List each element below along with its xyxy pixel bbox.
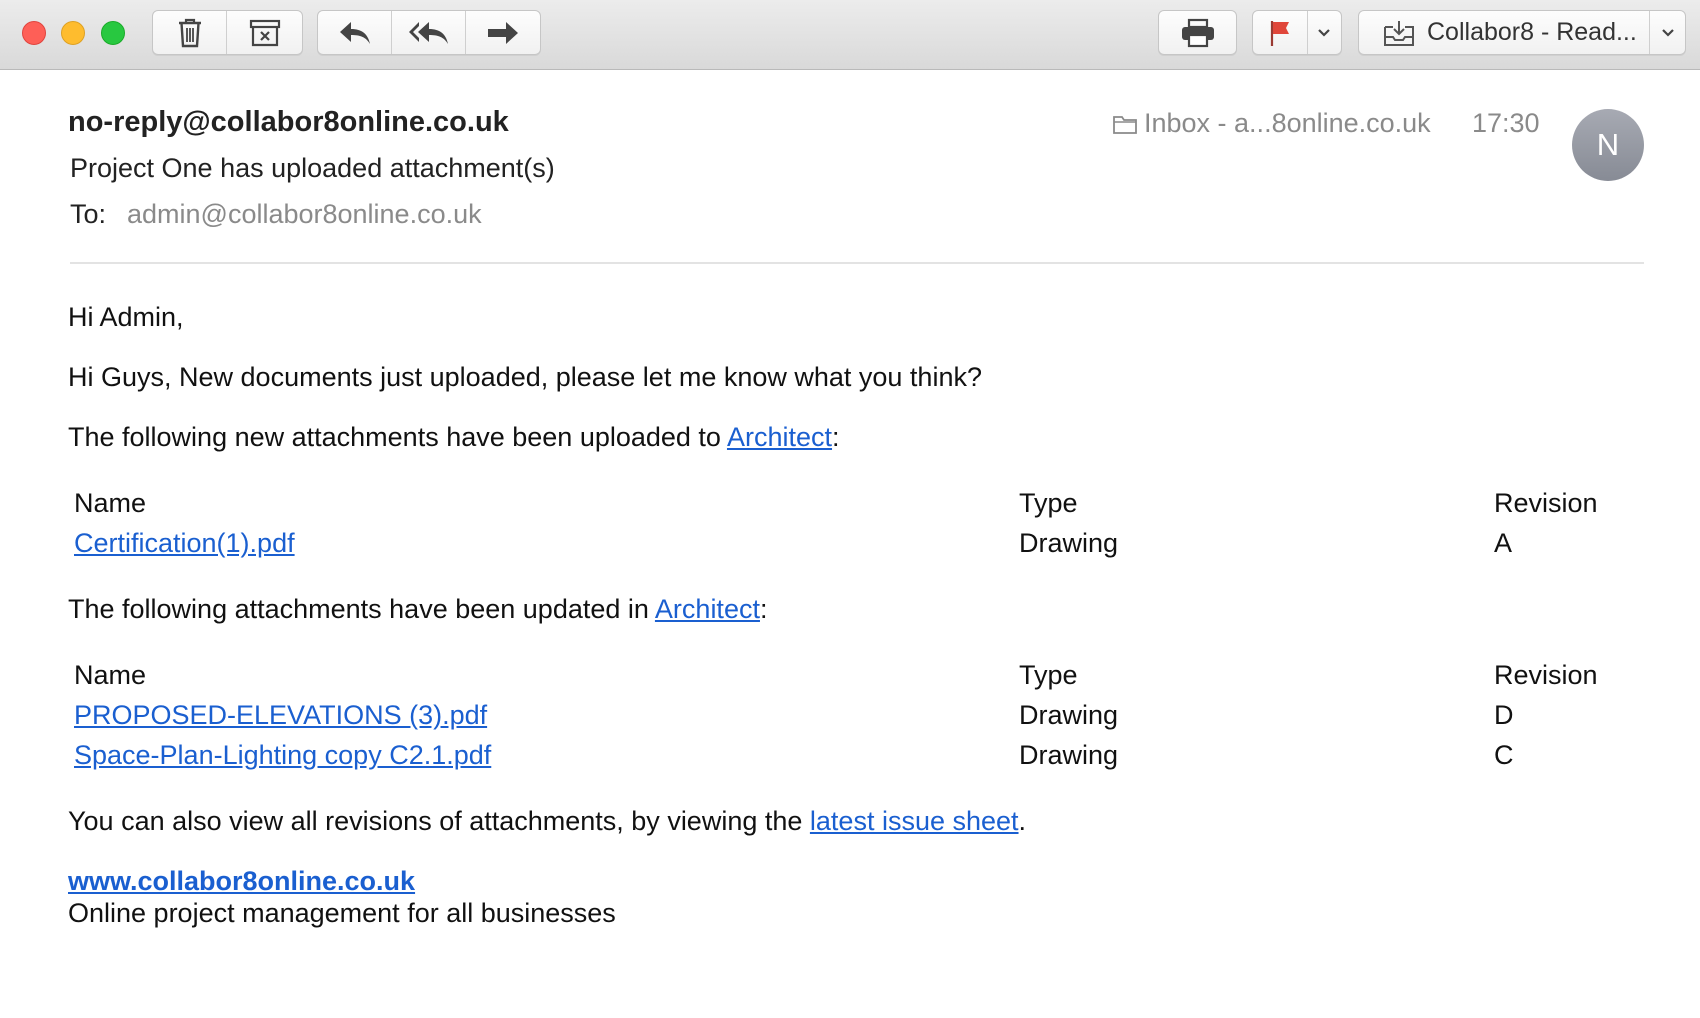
close-window-button[interactable] bbox=[22, 21, 46, 45]
avatar[interactable]: N bbox=[1572, 109, 1644, 181]
mailbox-name: Inbox - a...8online.co.uk bbox=[1144, 108, 1431, 138]
forward-icon bbox=[487, 21, 518, 44]
print-icon bbox=[1181, 18, 1214, 47]
archive-button[interactable] bbox=[227, 11, 302, 54]
print-group bbox=[1158, 10, 1237, 55]
website-link[interactable]: www.collabor8online.co.uk bbox=[68, 866, 415, 897]
archive-icon bbox=[249, 19, 280, 46]
attachment-type: Drawing bbox=[1019, 528, 1119, 558]
architect-link[interactable]: Architect bbox=[727, 422, 832, 452]
reply-icon bbox=[339, 21, 370, 44]
delete-button[interactable] bbox=[153, 11, 228, 54]
attachment-type: Drawing bbox=[1019, 740, 1119, 770]
revisions-note: You can also view all revisions of attac… bbox=[68, 806, 1027, 836]
attachment-type: Drawing bbox=[1019, 700, 1119, 730]
architect-link[interactable]: Architect bbox=[655, 594, 760, 624]
footer-tagline: Online project management for all busine… bbox=[68, 898, 616, 928]
reply-all-icon bbox=[408, 21, 448, 44]
to-label: To: bbox=[70, 199, 107, 229]
mailbox-menu-button[interactable] bbox=[1650, 11, 1685, 54]
column-header-revision: Revision bbox=[1494, 660, 1598, 690]
new-attachments-intro: The following new attachments have been … bbox=[68, 422, 840, 452]
latest-issue-sheet-link[interactable]: latest issue sheet bbox=[810, 806, 1019, 836]
minimize-window-button[interactable] bbox=[61, 21, 85, 45]
greeting: Hi Admin, bbox=[68, 302, 184, 332]
reply-button[interactable] bbox=[318, 11, 393, 54]
subject: Project One has uploaded attachment(s) bbox=[70, 153, 555, 183]
column-header-revision: Revision bbox=[1494, 488, 1598, 518]
attachment-link[interactable]: Space-Plan-Lighting copy C2.1.pdf bbox=[74, 740, 491, 771]
updated-attachments-intro: The following attachments have been upda… bbox=[68, 594, 768, 624]
attachment-link[interactable]: PROPOSED-ELEVATIONS (3).pdf bbox=[74, 700, 487, 731]
reply-all-button[interactable] bbox=[392, 11, 466, 54]
delete-archive-group bbox=[152, 10, 303, 55]
column-header-name: Name bbox=[74, 488, 147, 518]
flag-icon bbox=[1270, 20, 1289, 46]
forward-button[interactable] bbox=[466, 11, 540, 54]
mailbox-title: Collabor8 - Read... bbox=[1427, 18, 1637, 46]
move-to-mailbox-group: Collabor8 - Read... bbox=[1358, 10, 1686, 55]
chevron-down-icon bbox=[1661, 28, 1674, 37]
flag-button[interactable] bbox=[1253, 11, 1308, 54]
attachment-link[interactable]: Certification(1).pdf bbox=[74, 528, 295, 559]
column-header-type: Type bbox=[1019, 660, 1078, 690]
sender[interactable]: no-reply@collabor8online.co.uk bbox=[68, 106, 509, 139]
print-button[interactable] bbox=[1159, 11, 1236, 54]
zoom-window-button[interactable] bbox=[101, 21, 125, 45]
recipient[interactable]: admin@collabor8online.co.uk bbox=[127, 199, 482, 230]
column-header-type: Type bbox=[1019, 488, 1078, 518]
trash-icon bbox=[178, 18, 201, 47]
move-to-mailbox-button[interactable]: Collabor8 - Read... bbox=[1359, 11, 1651, 54]
header-divider bbox=[70, 262, 1644, 264]
flag-group bbox=[1252, 10, 1342, 55]
attachment-revision: A bbox=[1494, 528, 1513, 558]
move-to-mailbox-icon bbox=[1384, 20, 1414, 46]
attachment-revision: C bbox=[1494, 740, 1514, 770]
message-note: Hi Guys, New documents just uploaded, pl… bbox=[68, 362, 982, 392]
chevron-down-icon bbox=[1318, 28, 1331, 37]
reply-forward-group bbox=[317, 10, 541, 55]
attachment-revision: D bbox=[1494, 700, 1514, 730]
toolbar: Collabor8 - Read... bbox=[0, 0, 1700, 70]
mailbox-location: Inbox - a...8online.co.uk bbox=[1112, 108, 1431, 139]
received-time: 17:30 bbox=[1472, 108, 1540, 138]
folder-icon bbox=[1113, 115, 1137, 134]
flag-menu-button[interactable] bbox=[1308, 11, 1341, 54]
column-header-name: Name bbox=[74, 660, 147, 690]
